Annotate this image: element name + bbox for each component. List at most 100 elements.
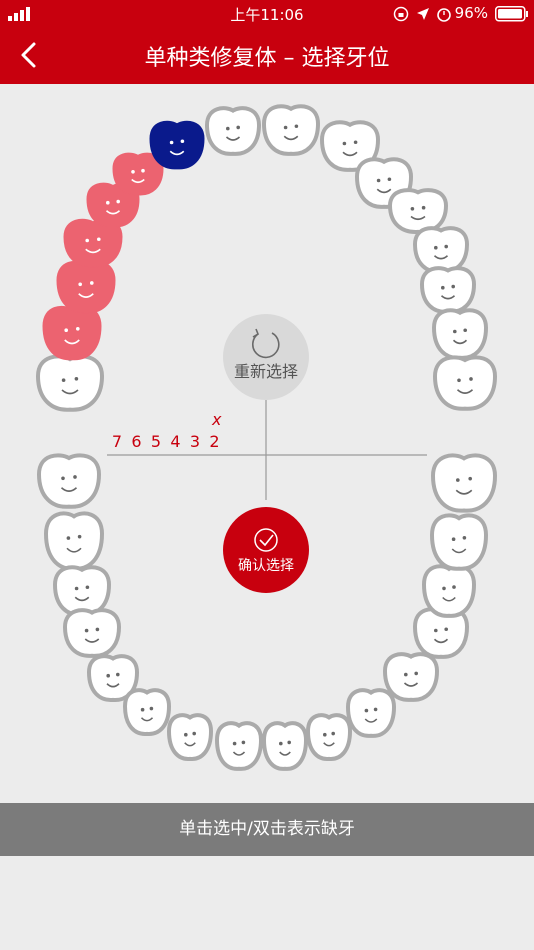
reset-button-label: 重新选择 — [234, 362, 298, 381]
upper-tooth-7[interactable] — [149, 120, 205, 170]
tooth-eye — [451, 537, 456, 541]
tooth-shape — [35, 354, 105, 412]
alarm-icon — [437, 8, 451, 22]
tooth-eye — [226, 126, 230, 131]
upper-tooth-13[interactable] — [412, 226, 470, 274]
tooth-shape — [412, 226, 470, 274]
tooth-number-label: 5 — [151, 432, 161, 451]
tooth-eye — [141, 168, 145, 173]
tooth-shape — [261, 104, 321, 156]
confirm-button[interactable]: 确认选择 — [223, 507, 309, 593]
tooth-eye — [434, 245, 438, 250]
lower-tooth-3[interactable] — [52, 565, 112, 617]
lower-tooth-15[interactable] — [429, 513, 489, 571]
tooth-eye — [85, 238, 89, 243]
tooth-eye — [140, 707, 145, 712]
tooth-eye — [294, 124, 299, 129]
tooth-shape — [382, 652, 440, 702]
lower-tooth-6[interactable] — [122, 688, 172, 736]
tooth-eye — [184, 732, 188, 737]
tooth-eye — [404, 672, 408, 677]
tooth-eye — [74, 586, 79, 591]
upper-tooth-1[interactable] — [35, 354, 105, 412]
tooth-eye — [169, 140, 174, 145]
upper-tooth-2[interactable] — [42, 306, 102, 361]
lower-tooth-4[interactable] — [62, 608, 122, 658]
tooth-number-row: 765432 — [112, 432, 220, 451]
tooth-eye — [76, 327, 80, 331]
lower-tooth-12[interactable] — [382, 652, 440, 702]
lower-tooth-10[interactable] — [305, 713, 353, 761]
tooth-eye — [77, 534, 82, 539]
empty-footer — [0, 856, 534, 950]
tooth-shape — [305, 713, 353, 761]
tooth-eye — [232, 741, 237, 746]
lower-tooth-9[interactable] — [261, 721, 309, 771]
tooth-shape — [62, 608, 122, 658]
tooth-eye — [421, 205, 426, 210]
tooth-eye — [441, 285, 445, 290]
tooth-shape — [42, 306, 102, 361]
tooth-shape — [345, 688, 397, 738]
confirm-button-label: 确认选择 — [238, 558, 294, 574]
tooth-eye — [342, 141, 347, 146]
tooth-number-label: 4 — [170, 432, 180, 451]
tooth-eye — [61, 476, 65, 481]
upper-tooth-8[interactable] — [204, 106, 262, 156]
tooth-eye — [116, 199, 120, 204]
quadrant-marker: x — [211, 410, 222, 429]
tooth-eye — [287, 740, 292, 745]
lower-tooth-11[interactable] — [345, 688, 397, 738]
lower-tooth-2[interactable] — [43, 511, 105, 571]
tooth-eye — [106, 200, 110, 205]
lower-tooth-7[interactable] — [166, 713, 214, 761]
tooth-shape — [431, 308, 489, 360]
lower-tooth-1[interactable] — [36, 453, 102, 509]
upper-tooth-15[interactable] — [431, 308, 489, 360]
tooth-shape — [214, 721, 264, 771]
tooth-shape — [56, 260, 116, 314]
tooth-number-label: 3 — [190, 432, 200, 451]
tooth-eye — [61, 378, 66, 383]
page-title: 单种类修复体 – 选择牙位 — [144, 46, 390, 71]
tooth-eye — [469, 377, 473, 381]
upper-tooth-9[interactable] — [261, 104, 321, 156]
tooth-eye — [78, 282, 82, 287]
tooth-eye — [74, 377, 79, 381]
tooth-eye — [97, 237, 101, 242]
tooth-eye — [85, 585, 90, 590]
tooth-eye — [353, 140, 358, 145]
lower-tooth-8[interactable] — [214, 721, 264, 771]
tooth-eye — [323, 732, 327, 737]
tooth-eye — [116, 672, 120, 677]
tooth-chart: x 765432 重新选择 确认选择 — [35, 104, 498, 771]
tooth-eye — [241, 740, 246, 745]
lower-tooth-14[interactable] — [421, 564, 477, 618]
reset-button[interactable]: 重新选择 — [223, 314, 309, 400]
tooth-eye — [95, 627, 100, 632]
tooth-eye — [373, 707, 378, 712]
tooth-eye — [364, 708, 369, 713]
tooth-eye — [457, 378, 461, 383]
tooth-eye — [192, 731, 196, 736]
tooth-eye — [463, 328, 468, 333]
tooth-shape — [149, 120, 205, 170]
tooth-shape — [429, 513, 489, 571]
upper-tooth-12[interactable] — [387, 188, 449, 234]
battery-percent: 96% — [454, 4, 488, 22]
tooth-eye — [452, 585, 456, 589]
navigation-bar: 单种类修复体 – 选择牙位 — [0, 28, 534, 84]
tooth-shape — [432, 355, 498, 411]
tooth-eye — [444, 244, 449, 249]
battery-icon — [495, 6, 528, 22]
upper-tooth-16[interactable] — [432, 355, 498, 411]
tooth-eye — [149, 706, 154, 711]
upper-tooth-3[interactable] — [56, 260, 116, 314]
upper-tooth-14[interactable] — [419, 266, 477, 314]
tooth-shape — [122, 688, 172, 736]
tooth-eye — [453, 329, 457, 334]
tooth-eye — [331, 731, 336, 736]
hint-bar[interactable]: 单击选中/双击表示缺牙 — [0, 803, 534, 856]
tooth-eye — [468, 476, 473, 481]
lower-tooth-16[interactable] — [430, 453, 498, 513]
